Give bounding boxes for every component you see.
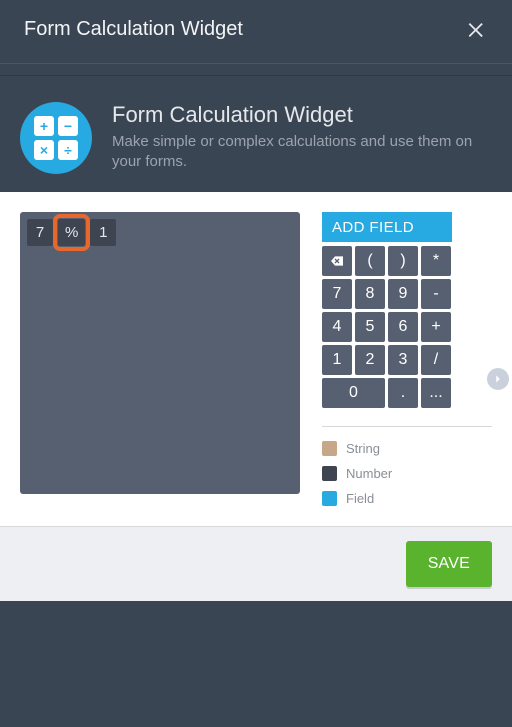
legend-label: Field [346,491,374,506]
modal-title: Form Calculation Widget [24,18,243,41]
formula-token[interactable]: % [58,219,85,246]
add-field-button[interactable]: ADD FIELD [322,212,452,242]
formula-editor[interactable]: 7%1 [20,212,300,494]
save-button[interactable]: SAVE [406,541,492,587]
close-icon[interactable] [466,19,488,41]
modal-header: Form Calculation Widget [0,0,512,64]
formula-token[interactable]: 1 [90,219,116,246]
legend-item: Field [322,491,492,506]
keypad-column: ADD FIELD ()* 789- 456+123/ 0.... String Num… [322,212,492,506]
keypad: ()* 789- 456+123/ 0.... [322,246,492,408]
icon-cell-div: ÷ [58,140,78,160]
expand-keypad-arrow[interactable] [487,368,509,390]
legend-label: Number [346,466,392,481]
key-4[interactable]: 4 [322,312,352,342]
widget-header: + − × ÷ Form Calculation Widget Make sim… [0,76,512,192]
key-+[interactable]: + [421,312,451,342]
key-0[interactable]: 0 [322,378,385,408]
footer: SAVE [0,526,512,601]
key-*[interactable]: * [421,246,451,276]
key-6[interactable]: 6 [388,312,418,342]
key-.[interactable]: . [388,378,418,408]
key-7[interactable]: 7 [322,279,352,309]
legend-swatch [322,491,337,506]
icon-cell-plus: + [34,116,54,136]
key--[interactable]: - [421,279,451,309]
legend-item: String [322,441,492,456]
legend-swatch [322,441,337,456]
key-3[interactable]: 3 [388,345,418,375]
formula-token[interactable]: 7 [27,219,53,246]
more-key[interactable]: ... [421,378,451,408]
calculator-icon: + − × ÷ [20,102,92,174]
editor-card: 7%1 ADD FIELD ()*789-456+123/0.... Strin… [0,192,512,526]
key-1[interactable]: 1 [322,345,352,375]
key-([interactable]: ( [355,246,385,276]
legend-label: String [346,441,380,456]
key-9[interactable]: 9 [388,279,418,309]
header-strip [0,64,512,76]
key-8[interactable]: 8 [355,279,385,309]
key-)[interactable]: ) [388,246,418,276]
legend-item: Number [322,466,492,481]
icon-cell-mult: × [34,140,54,160]
legend: String Number Field [322,426,492,506]
key-2[interactable]: 2 [355,345,385,375]
widget-description: Make simple or complex calculations and … [112,132,492,173]
widget-title: Form Calculation Widget [112,102,492,128]
widget-text: Form Calculation Widget Make simple or c… [112,102,492,173]
legend-swatch [322,466,337,481]
backspace-key[interactable] [322,246,352,276]
icon-cell-minus: − [58,116,78,136]
key-5[interactable]: 5 [355,312,385,342]
key-/[interactable]: / [421,345,451,375]
